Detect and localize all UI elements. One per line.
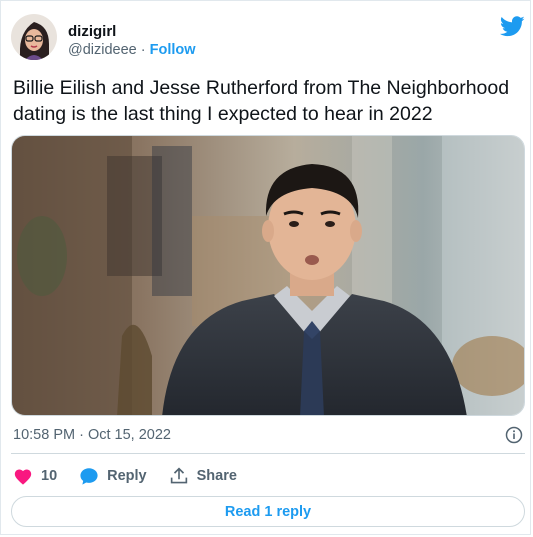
share-label: Share: [196, 468, 237, 484]
author-handle[interactable]: @dizideee: [68, 42, 137, 58]
avatar[interactable]: [11, 14, 57, 60]
follow-button[interactable]: Follow: [150, 42, 196, 58]
reply-label: Reply: [107, 468, 147, 484]
twitter-bird-icon[interactable]: [499, 16, 525, 37]
author-display-name[interactable]: dizigirl: [68, 23, 116, 40]
reply-button[interactable]: Reply: [79, 467, 147, 485]
reply-bubble-icon: [80, 468, 98, 485]
tweet-card: dizigirl @dizideee · Follow Billie Eilis…: [0, 0, 531, 535]
share-icon: [170, 467, 187, 484]
share-button[interactable]: Share: [169, 467, 237, 485]
divider: [11, 453, 525, 454]
action-bar: 10 Reply Share: [13, 465, 259, 487]
tweet-media-image[interactable]: [11, 135, 525, 416]
tweet-timestamp[interactable]: 10:58 PM · Oct 15, 2022: [13, 427, 171, 443]
author-handle-row: @dizideee · Follow: [68, 42, 196, 58]
handle-separator: ·: [140, 42, 146, 58]
read-replies-button[interactable]: Read 1 reply: [11, 496, 525, 527]
like-count: 10: [41, 468, 58, 484]
heart-icon: [14, 469, 32, 485]
tweet-text: Billie Eilish and Jesse Rutherford from …: [13, 77, 510, 125]
like-button[interactable]: 10: [13, 467, 57, 485]
info-icon[interactable]: [505, 426, 523, 444]
